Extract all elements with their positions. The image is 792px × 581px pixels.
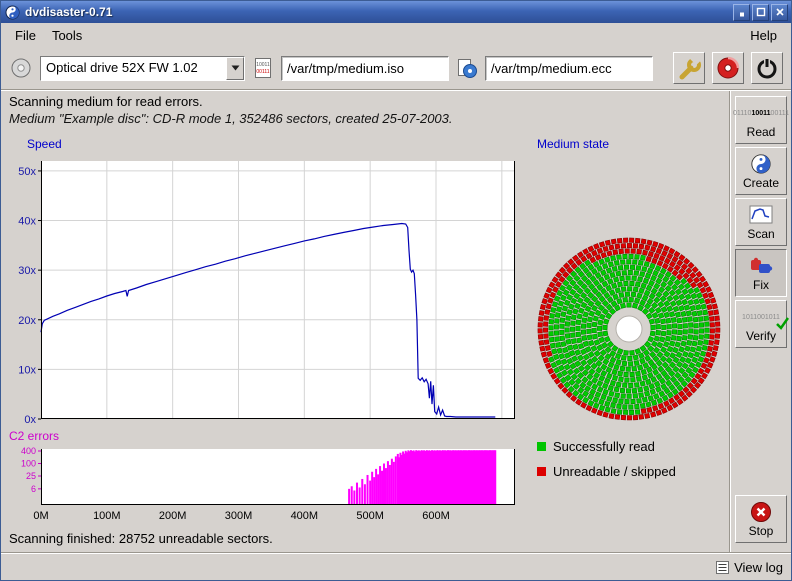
verify-label: Verify (746, 329, 776, 343)
svg-text:10x: 10x (18, 364, 36, 376)
maximize-button[interactable] (752, 4, 769, 21)
svg-text:6: 6 (31, 484, 36, 494)
main-area: Scanning medium for read errors. Medium … (1, 91, 729, 552)
svg-text:20x: 20x (18, 315, 36, 327)
c2-errors-chart: 6 25 100 400 0M 100M 200M 300M 400M 500M 600M (7, 445, 519, 525)
quit-button[interactable] (751, 52, 783, 84)
scan-button[interactable]: Scan (735, 198, 787, 246)
red-disc-icon (715, 55, 741, 81)
legend-bad-label: Unreadable / skipped (553, 464, 676, 479)
svg-text:50x: 50x (18, 166, 36, 178)
binary-read-icon: 01110 10011 00111 (733, 101, 789, 125)
log-icon (716, 561, 729, 574)
legend-unreadable: Unreadable / skipped (537, 464, 676, 479)
create-label: Create (743, 176, 779, 190)
minimize-button[interactable] (733, 4, 750, 21)
svg-text:10011: 10011 (256, 62, 270, 68)
verify-button[interactable]: 10110 01011 Verify (735, 300, 787, 348)
svg-text:400: 400 (21, 446, 36, 456)
scan-result-status: Scanning finished: 28752 unreadable sect… (9, 531, 273, 546)
legend-successfully-read: Successfully read (537, 439, 655, 454)
fix-label: Fix (753, 278, 769, 292)
disc-button[interactable] (712, 52, 744, 84)
fix-button[interactable]: Fix (735, 249, 787, 297)
yin-yang-icon (750, 152, 772, 176)
maximize-icon (756, 7, 766, 17)
toolbar: Optical drive 52X FW 1.02 10011 00111 (1, 47, 791, 89)
svg-text:0x: 0x (24, 414, 36, 425)
svg-text:300M: 300M (225, 510, 253, 522)
puzzle-fix-icon (749, 254, 773, 278)
drive-select[interactable]: Optical drive 52X FW 1.02 (40, 56, 245, 81)
red-swatch (537, 467, 546, 476)
svg-text:400M: 400M (291, 510, 319, 522)
power-icon (754, 55, 780, 81)
svg-text:100M: 100M (93, 510, 121, 522)
menu-tools[interactable]: Tools (44, 26, 90, 45)
stop-label: Stop (749, 524, 774, 538)
medium-state-disc (531, 231, 727, 427)
svg-text:600M: 600M (422, 510, 450, 522)
close-icon (775, 7, 785, 17)
drive-select-value: Optical drive 52X FW 1.02 (41, 57, 226, 80)
minimize-icon (737, 7, 747, 17)
app-window: dvdisaster-0.71 File Tools Help (0, 0, 792, 581)
scan-curve-icon (749, 203, 773, 227)
svg-text:500M: 500M (356, 510, 384, 522)
iso-path-input[interactable] (281, 56, 449, 81)
svg-text:100: 100 (21, 459, 36, 469)
green-swatch (537, 442, 546, 451)
titlebar: dvdisaster-0.71 (1, 1, 791, 23)
stop-icon (749, 500, 773, 524)
action-sidebar: 01110 10011 00111 Read Create (731, 91, 791, 552)
ecc-path-input[interactable] (485, 56, 653, 81)
view-log-label: View log (734, 560, 783, 575)
svg-text:200M: 200M (159, 510, 187, 522)
menu-help[interactable]: Help (742, 26, 785, 45)
view-log-button[interactable]: View log (716, 560, 783, 575)
svg-text:25: 25 (26, 471, 36, 481)
bottombar: View log (1, 554, 791, 580)
svg-text:40x: 40x (18, 216, 36, 228)
optical-drive-icon (9, 56, 33, 80)
window-menu-icon[interactable] (4, 4, 20, 20)
status-heading: Scanning medium for read errors. (9, 94, 203, 109)
svg-text:00111: 00111 (256, 69, 269, 75)
medium-info: Medium "Example disc": CD-R mode 1, 3524… (9, 111, 453, 126)
binary-verify-icon: 10110 01011 (742, 305, 780, 329)
svg-text:30x: 30x (18, 265, 36, 277)
chevron-down-icon[interactable] (226, 57, 244, 80)
svg-text:0M: 0M (33, 510, 48, 522)
c2-errors-title: C2 errors (9, 429, 59, 443)
scan-label: Scan (747, 227, 774, 241)
yin-yang-icon (5, 5, 20, 20)
create-button[interactable]: Create (735, 147, 787, 195)
medium-state-title: Medium state (537, 137, 609, 151)
close-button[interactable] (771, 4, 788, 21)
ecc-file-icon (456, 57, 478, 79)
read-button[interactable]: 01110 10011 00111 Read (735, 96, 787, 144)
stop-button[interactable]: Stop (735, 495, 787, 543)
read-label: Read (747, 125, 776, 139)
speed-chart-title: Speed (27, 137, 62, 151)
menubar: File Tools Help (1, 23, 791, 47)
legend-ok-label: Successfully read (553, 439, 655, 454)
menu-file[interactable]: File (7, 26, 44, 45)
iso-image-icon: 10011 00111 (252, 57, 274, 79)
wrench-icon (676, 55, 702, 81)
check-icon (776, 317, 789, 332)
window-title: dvdisaster-0.71 (25, 5, 733, 19)
preferences-button[interactable] (673, 52, 705, 84)
speed-chart: 0x 10x 20x 30x 40x 50x (7, 153, 519, 425)
